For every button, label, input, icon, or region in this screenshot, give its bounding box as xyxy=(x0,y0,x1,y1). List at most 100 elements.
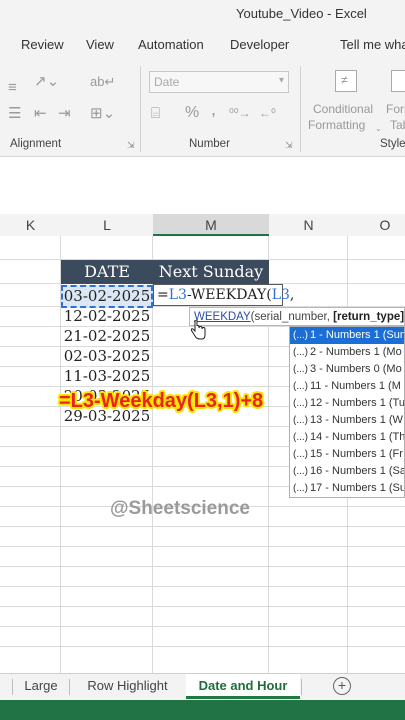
argument-option-icon: (...) xyxy=(293,483,308,494)
styles-label: Style xyxy=(380,138,405,150)
chevron-down-icon: ▾ xyxy=(278,75,284,86)
autocomplete-item[interactable]: (...) 2 - Numbers 1 (Mo xyxy=(290,344,404,361)
increase-decimal-icon[interactable]: ⁰⁰→ xyxy=(229,106,251,121)
tab-divider xyxy=(301,679,302,695)
date-cell[interactable]: 02-03-2025 xyxy=(61,346,153,366)
formula-text-prefix: = xyxy=(157,287,169,303)
autocomplete-item[interactable]: (...) 12 - Numbers 1 (Tu xyxy=(290,395,404,412)
alignment-label: Alignment xyxy=(10,138,62,150)
percent-style-icon[interactable]: % xyxy=(185,105,199,121)
column-header-n[interactable]: N xyxy=(269,217,348,233)
wrap-text-icon[interactable]: ab↵ xyxy=(90,74,115,89)
argument-option-icon: (...) xyxy=(293,347,308,358)
format-as-table-icon[interactable] xyxy=(391,70,405,92)
argument-option-icon: (...) xyxy=(293,330,308,341)
date-cell[interactable]: 11-03-2025 xyxy=(61,366,153,386)
watermark: @Sheetscience xyxy=(110,498,250,519)
worksheet-grid[interactable]: DATE Next Sunday 03-02-2025 12-02-2025 2… xyxy=(0,236,405,673)
sheet-tab-large[interactable]: Large xyxy=(13,674,69,699)
format-as-table-line1[interactable]: Form xyxy=(386,102,405,116)
decrease-decimal-icon[interactable]: ←⁰ xyxy=(259,106,276,121)
column-header-k[interactable]: K xyxy=(0,217,61,233)
hand-cursor-icon xyxy=(190,319,206,345)
grid-line xyxy=(0,586,405,587)
header-cell-next-sunday[interactable]: Next Sunday xyxy=(153,260,269,284)
column-header-l[interactable]: L xyxy=(61,217,153,233)
alignment-group: ≡ ↗⌄ ab↵ ☰ ⇤ ⇥ ⊞⌄ Alignment ⇲ xyxy=(0,60,135,156)
autocomplete-item[interactable]: (...) 17 - Numbers 1 (Su xyxy=(290,480,404,497)
align-center-icon[interactable]: ≡ xyxy=(8,80,17,95)
sheet-tab-date-and-hour[interactable]: Date and Hour xyxy=(186,674,300,699)
argument-option-icon: (...) xyxy=(293,398,308,409)
formula-text-middle: -WEEKDAY( xyxy=(186,287,272,303)
number-format-dropdown[interactable]: Date ▾ xyxy=(149,71,289,93)
align-left-icon[interactable]: ☰ xyxy=(8,106,21,121)
autocomplete-item[interactable]: (...) 14 - Numbers 1 (Th xyxy=(290,429,404,446)
grid-line xyxy=(0,646,405,647)
merge-center-icon[interactable]: ⊞⌄ xyxy=(90,106,115,121)
grid-line xyxy=(0,606,405,607)
conditional-formatting-line1[interactable]: Conditional xyxy=(313,102,373,116)
alignment-launcher-icon[interactable]: ⇲ xyxy=(127,140,135,151)
tab-review[interactable]: Review xyxy=(21,37,64,52)
autocomplete-item[interactable]: (...) 11 - Numbers 1 (M xyxy=(290,378,404,395)
tooltip-args: (serial_number, xyxy=(250,311,334,323)
sheet-tab-row-highlight[interactable]: Row Highlight xyxy=(70,674,185,699)
date-cell[interactable]: 21-02-2025 xyxy=(61,326,153,346)
function-signature-tooltip: WEEKDAY(serial_number, [return_type]) xyxy=(189,307,405,326)
argument-option-icon: (...) xyxy=(293,432,308,443)
status-bar xyxy=(0,700,405,720)
grid-line xyxy=(0,566,405,567)
header-cell-date[interactable]: DATE xyxy=(61,260,153,284)
column-header-o[interactable]: O xyxy=(348,217,405,233)
accounting-format-icon[interactable]: ⌸ xyxy=(151,106,160,121)
grid-line xyxy=(0,546,405,547)
autocomplete-item[interactable]: (...) 15 - Numbers 1 (Fr xyxy=(290,446,404,463)
tooltip-current-arg: [return_type] xyxy=(333,311,405,323)
window-title: Youtube_Video - Excel xyxy=(236,6,367,21)
sheet-tab-bar: Large Row Highlight Date and Hour + xyxy=(0,673,405,701)
number-format-value: Date xyxy=(154,75,180,89)
decrease-indent-icon[interactable]: ⇤ xyxy=(34,106,47,121)
increase-indent-icon[interactable]: ⇥ xyxy=(58,106,71,121)
column-headers: K L M N O xyxy=(0,214,405,237)
orientation-icon[interactable]: ↗⌄ xyxy=(34,74,59,89)
argument-option-icon: (...) xyxy=(293,364,308,375)
editing-cell-m3[interactable]: =L3-WEEKDAY(L3, xyxy=(153,284,294,306)
argument-autocomplete-list[interactable]: (...) 1 - Numbers 1 (Sun (...) 2 - Numbers… xyxy=(289,326,405,498)
add-sheet-button[interactable]: + xyxy=(333,677,351,695)
ribbon-tabs: Review View Automation Developer Tell me… xyxy=(0,28,405,81)
chevron-down-icon: ⌄ xyxy=(375,124,382,133)
title-bar: Youtube_Video - Excel xyxy=(0,0,405,28)
autocomplete-item[interactable]: (...) 13 - Numbers 1 (W xyxy=(290,412,404,429)
date-cell[interactable]: 12-02-2025 xyxy=(61,306,153,326)
autocomplete-item[interactable]: (...) 3 - Numbers 0 (Mo xyxy=(290,361,404,378)
format-as-table-line2[interactable]: Tab xyxy=(390,118,405,132)
conditional-formatting-icon[interactable]: ≠ xyxy=(335,70,357,92)
tab-automation[interactable]: Automation xyxy=(138,37,204,52)
date-cell[interactable]: 03-02-2025 xyxy=(61,286,153,306)
tab-view[interactable]: View xyxy=(86,37,114,52)
formula-text-suffix: , xyxy=(289,287,295,303)
argument-option-icon: (...) xyxy=(293,381,308,392)
number-label: Number xyxy=(189,138,230,150)
conditional-formatting-line2[interactable]: Formatting xyxy=(308,118,365,132)
formula-bar-area xyxy=(0,157,405,214)
number-launcher-icon[interactable]: ⇲ xyxy=(285,140,293,151)
grid-line xyxy=(0,526,405,527)
grid-line xyxy=(0,626,405,627)
argument-option-icon: (...) xyxy=(293,466,308,477)
formula-ref-l3: L3 xyxy=(271,287,290,303)
autocomplete-item[interactable]: (...) 16 - Numbers 1 (Sa xyxy=(290,463,404,480)
comma-style-icon[interactable]: , xyxy=(211,100,216,118)
ribbon: ≡ ↗⌄ ab↵ ☰ ⇤ ⇥ ⊞⌄ Alignment ⇲ Date ▾ ⌸ %… xyxy=(0,60,405,157)
number-group: Date ▾ ⌸ % , ⁰⁰→ ←⁰ Number ⇲ xyxy=(141,60,299,156)
tell-me-search[interactable]: Tell me wha xyxy=(340,37,405,52)
tab-developer[interactable]: Developer xyxy=(230,37,289,52)
formula-ref-l3: L3 xyxy=(168,287,187,303)
column-header-m[interactable]: M xyxy=(153,214,269,236)
overlay-formula-caption: =L3-Weekday(L3,1)+8 xyxy=(59,390,264,412)
styles-group: ≠ Conditional Formatting ⌄ Form Tab Styl… xyxy=(301,60,405,156)
argument-option-icon: (...) xyxy=(293,415,308,426)
autocomplete-item[interactable]: (...) 1 - Numbers 1 (Sun xyxy=(290,327,404,344)
